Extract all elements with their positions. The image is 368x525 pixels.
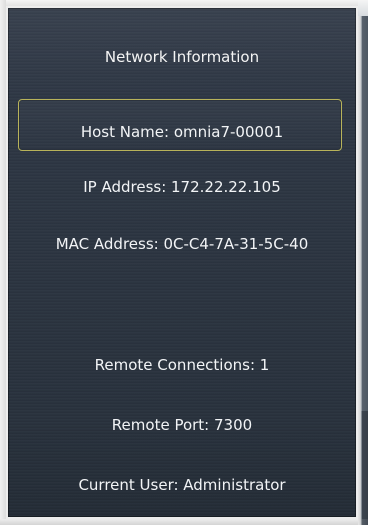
mac-address-text: MAC Address: 0C-C4-7A-31-5C-40 xyxy=(55,235,309,253)
remote-port-text: Remote Port: 7300 xyxy=(111,416,253,434)
ip-address-text: IP Address: 172.22.22.105 xyxy=(83,178,281,196)
remote-connections-text: Remote Connections: 1 xyxy=(94,356,270,374)
network-info-window: Network Information Host Name: omnia7-00… xyxy=(0,0,368,525)
right-top-cap xyxy=(358,0,368,16)
right-scrollbar-track[interactable] xyxy=(361,16,368,411)
host-name-text: Host Name: omnia7-00001 xyxy=(80,123,284,141)
network-info-panel: Network Information Host Name: omnia7-00… xyxy=(6,6,358,519)
panel-title: Network Information xyxy=(104,48,260,66)
bottom-border xyxy=(0,519,368,525)
panel-content: Network Information Host Name: omnia7-00… xyxy=(8,8,356,517)
right-scrollbar-lower-track[interactable] xyxy=(361,411,368,519)
current-user-text: Current User: Administrator xyxy=(78,476,286,494)
